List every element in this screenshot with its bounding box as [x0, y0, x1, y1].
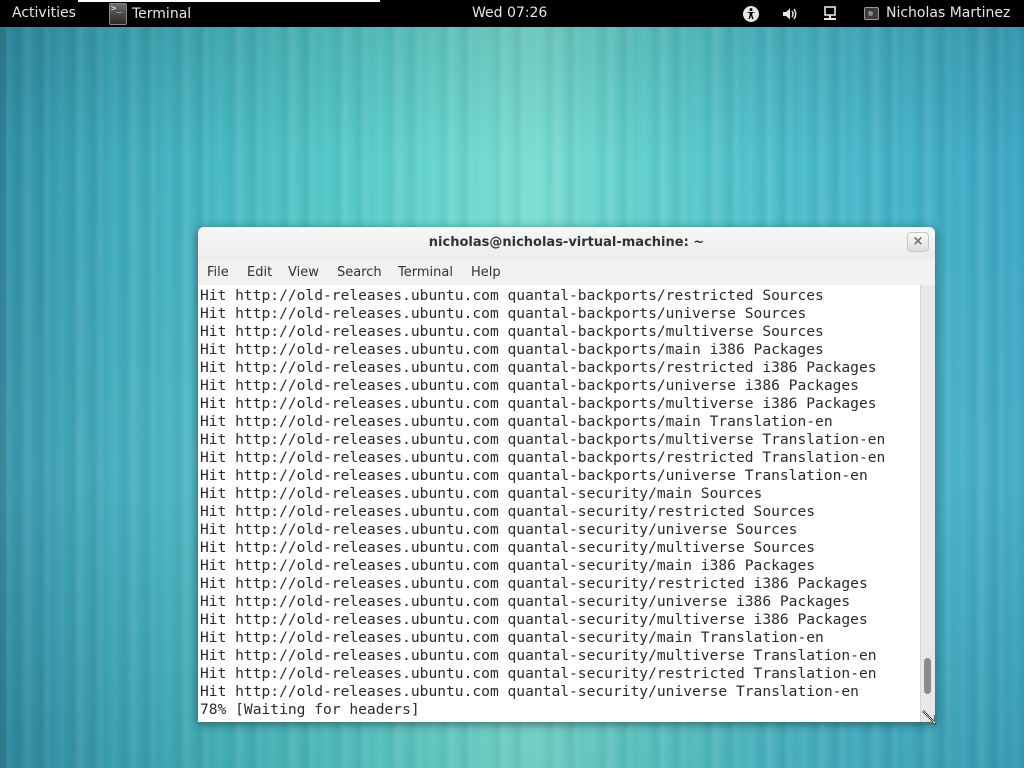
terminal-line: Hit http://old-releases.ubuntu.com quant… [200, 431, 886, 448]
terminal-output[interactable]: Hit http://old-releases.ubuntu.com quant… [198, 285, 920, 722]
menu-help[interactable]: Help [471, 265, 501, 280]
terminal-line: Hit http://old-releases.ubuntu.com quant… [200, 359, 877, 376]
volume-icon[interactable] [781, 5, 799, 23]
scrollbar[interactable] [920, 285, 935, 722]
menu-view[interactable]: View [288, 265, 319, 280]
terminal-line: Hit http://old-releases.ubuntu.com quant… [200, 665, 877, 682]
scrollbar-thumb[interactable] [924, 658, 931, 694]
terminal-line: Hit http://old-releases.ubuntu.com quant… [200, 575, 868, 592]
user-name: Nicholas Martinez [886, 5, 1011, 21]
window-title: nicholas@nicholas-virtual-machine: ~ [428, 235, 705, 250]
user-menu[interactable]: Nicholas Martinez [864, 5, 1010, 21]
window-titlebar[interactable]: nicholas@nicholas-virtual-machine: ~ × [198, 227, 935, 259]
terminal-line: Hit http://old-releases.ubuntu.com quant… [200, 503, 816, 520]
terminal-line: Hit http://old-releases.ubuntu.com quant… [200, 593, 851, 610]
terminal-line: Hit http://old-releases.ubuntu.com quant… [200, 395, 877, 412]
terminal-line: Hit http://old-releases.ubuntu.com quant… [200, 287, 824, 304]
menu-bar: File Edit View Search Terminal Help [198, 259, 935, 285]
terminal-line: Hit http://old-releases.ubuntu.com quant… [200, 323, 824, 340]
terminal-line: Hit http://old-releases.ubuntu.com quant… [200, 467, 868, 484]
close-icon: × [912, 234, 924, 249]
terminal-line: Hit http://old-releases.ubuntu.com quant… [200, 557, 816, 574]
terminal-line: Hit http://old-releases.ubuntu.com quant… [200, 539, 816, 556]
terminal-line: Hit http://old-releases.ubuntu.com quant… [200, 683, 859, 700]
terminal-line: Hit http://old-releases.ubuntu.com quant… [200, 647, 877, 664]
menu-terminal[interactable]: Terminal [398, 265, 453, 280]
terminal-line: Hit http://old-releases.ubuntu.com quant… [200, 449, 886, 466]
activities-button[interactable]: Activities [12, 5, 76, 21]
terminal-line: Hit http://old-releases.ubuntu.com quant… [200, 377, 859, 394]
terminal-window: nicholas@nicholas-virtual-machine: ~ × F… [198, 227, 935, 722]
terminal-line: Hit http://old-releases.ubuntu.com quant… [200, 521, 798, 538]
user-status-icon [864, 6, 879, 20]
terminal-line: Hit http://old-releases.ubuntu.com quant… [200, 485, 763, 502]
close-button[interactable]: × [907, 232, 929, 252]
resize-grip-icon[interactable] [921, 709, 937, 725]
top-bar: Activities >_ Terminal Wed 07:26 Nichola… [0, 0, 1024, 27]
menu-search[interactable]: Search [337, 265, 382, 280]
network-wired-icon[interactable] [821, 5, 839, 23]
clock[interactable]: Wed 07:26 [472, 5, 547, 21]
terminal-line: Hit http://old-releases.ubuntu.com quant… [200, 305, 807, 322]
terminal-line: Hit http://old-releases.ubuntu.com quant… [200, 611, 868, 628]
terminal-line: Hit http://old-releases.ubuntu.com quant… [200, 629, 824, 646]
terminal-line: Hit http://old-releases.ubuntu.com quant… [200, 413, 833, 430]
accessibility-icon[interactable] [742, 5, 760, 23]
app-menu-terminal[interactable]: >_ Terminal [77, 0, 381, 27]
app-menu-label: Terminal [132, 5, 192, 22]
menu-file[interactable]: File [207, 265, 229, 280]
terminal-app-icon: >_ [109, 2, 127, 25]
terminal-line: Hit http://old-releases.ubuntu.com quant… [200, 341, 824, 358]
terminal-line: 78% [Waiting for headers] [200, 701, 420, 718]
menu-edit[interactable]: Edit [247, 265, 272, 280]
terminal-lines: Hit http://old-releases.ubuntu.com quant… [200, 287, 885, 719]
